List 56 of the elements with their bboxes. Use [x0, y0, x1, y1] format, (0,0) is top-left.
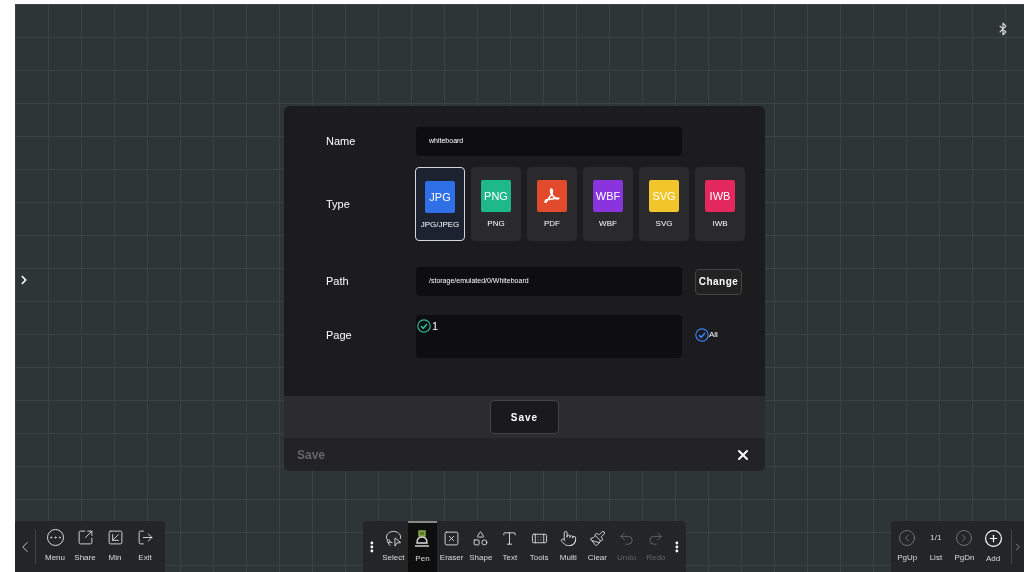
- change-button[interactable]: Change: [695, 268, 742, 295]
- page-up-icon: [898, 529, 917, 547]
- pen-icon: [413, 530, 432, 548]
- toolbar-button[interactable]: Min: [100, 524, 130, 569]
- page-nav-button[interactable]: PgUp: [893, 524, 922, 569]
- tool-button[interactable]: Tools: [524, 521, 554, 572]
- tool-button[interactable]: Pen: [407, 521, 438, 572]
- file-type-badge: JPG: [425, 181, 455, 213]
- tool-icon: [501, 529, 519, 547]
- page-selection-field[interactable]: 1: [416, 315, 682, 358]
- tool-button[interactable]: Shape: [466, 521, 496, 572]
- tool-icon: [443, 529, 461, 547]
- file-type-option[interactable]: JPG JPG/JPEG: [415, 167, 465, 241]
- tool-icon: [647, 529, 665, 547]
- page-down-icon: [955, 529, 974, 547]
- add-icon: [983, 528, 1003, 548]
- file-type-badge: IWB: [705, 180, 735, 212]
- page-nav-button[interactable]: Add: [978, 524, 1008, 569]
- tool-icon: [559, 529, 577, 547]
- path-label: Path: [326, 274, 350, 290]
- file-type-option[interactable]: WBF WBF: [583, 167, 633, 241]
- toolbar-icon: [106, 529, 124, 546]
- file-type-badge: SVG: [649, 180, 679, 212]
- toolbar-icon: [136, 529, 154, 546]
- type-label: Type: [326, 196, 351, 212]
- page-nav-button[interactable]: PgDn: [950, 524, 979, 569]
- page-nav-button[interactable]: 1/1 List: [921, 524, 951, 569]
- pdf-icon: [543, 187, 561, 205]
- tool-icon: [472, 529, 490, 547]
- tool-icon: [618, 529, 636, 547]
- file-type-option[interactable]: PNG PNG: [471, 167, 521, 241]
- file-type-option[interactable]: IWB IWB: [695, 167, 745, 241]
- tool-button[interactable]: Multi: [553, 521, 583, 572]
- file-type-option[interactable]: SVG SVG: [639, 167, 689, 241]
- toolbar-button[interactable]: Exit: [130, 524, 160, 569]
- tool-icon: [384, 529, 402, 547]
- save-button[interactable]: Save: [490, 400, 559, 434]
- file-type-badge: WBF: [593, 180, 623, 212]
- name-label: Name: [326, 134, 357, 150]
- toolbar-button[interactable]: Menu: [40, 524, 70, 569]
- toolbar-icon: [76, 529, 94, 546]
- file-type-badge: PNG: [481, 180, 511, 212]
- file-type-option[interactable]: PDF: [527, 167, 577, 241]
- tool-button[interactable]: Text: [495, 521, 525, 572]
- page-label: Page: [326, 328, 353, 343]
- all-pages-label: All: [709, 329, 718, 341]
- toolbar-button[interactable]: Share: [70, 524, 100, 569]
- tool-button[interactable]: Select: [378, 521, 408, 572]
- page-checkbox[interactable]: [417, 319, 431, 333]
- tool-icon: [588, 529, 606, 547]
- tool-button[interactable]: Clear: [582, 521, 612, 572]
- tool-button[interactable]: Eraser: [437, 521, 467, 572]
- dialog-title: Save: [297, 446, 326, 464]
- page-counter: 1/1: [930, 532, 942, 544]
- all-pages-checkbox[interactable]: [695, 328, 709, 342]
- page-number: 1: [432, 319, 439, 333]
